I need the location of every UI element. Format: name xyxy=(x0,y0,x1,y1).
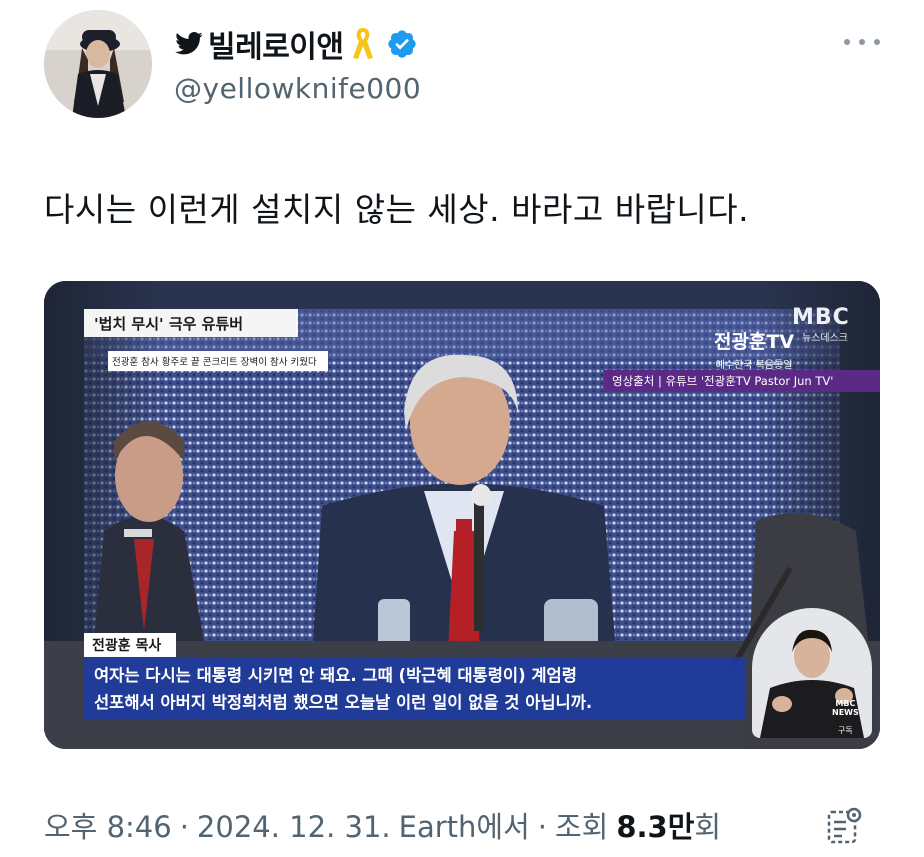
more-options-button[interactable] xyxy=(844,30,880,54)
tweet-media-image[interactable]: '법치 무시' 극우 유튜버 전광훈 참사 황주로 끝 콘크리트 장벽이 참사 … xyxy=(44,281,880,749)
tweet-text: 다시는 이런게 설치지 않는 세상. 바라고 바랍니다. xyxy=(44,190,750,229)
news-badge-line: NEWS xyxy=(832,708,859,717)
bird-icon xyxy=(175,32,203,55)
views-label: 조회 xyxy=(554,810,609,844)
subscribe-label: 구독 xyxy=(838,726,853,735)
verified-badge-icon xyxy=(387,30,416,58)
video-source-bar: 영상출처 | 유튜브 '전광훈TV Pastor Jun TV' xyxy=(604,370,880,392)
name-row: 빌레로이앤 xyxy=(174,22,418,66)
news-headline: '법치 무시' 극우 유튜버 xyxy=(84,309,298,337)
channel-subtitle: 예수한국 복음통일 xyxy=(715,360,793,371)
interpreter-image xyxy=(752,608,872,738)
mbc-news-badge: MBC NEWS xyxy=(832,699,859,717)
avatar-image xyxy=(44,10,152,118)
tweet-header: 빌레로이앤 @yellowknife000 xyxy=(44,10,884,120)
tweet-date[interactable]: 2024. 12. 31. xyxy=(197,810,391,844)
caption-line: 여자는 다시는 대통령 시키면 안 돼요. 그때 (박근혜 대통령이) 계엄령 xyxy=(94,666,577,685)
speaker-name-tag: 전광훈 목사 xyxy=(84,633,176,657)
tweet-time[interactable]: 오후 8:46 xyxy=(44,804,172,846)
tweet-source: Earth에서 xyxy=(398,810,530,844)
yellow-ribbon-icon xyxy=(352,28,373,59)
channel-watermark: 전광훈TV 예수한국 복음통일 xyxy=(696,327,812,371)
user-handle[interactable]: @yellowknife000 xyxy=(174,72,421,105)
news-subheadline: 전광훈 참사 황주로 끝 콘크리트 장벽이 참사 키웠다 xyxy=(108,351,328,371)
separator: · xyxy=(179,810,189,844)
views-suffix: 회 xyxy=(694,810,722,844)
view-analytics-icon[interactable] xyxy=(826,806,864,846)
channel-name: 전광훈TV xyxy=(713,331,795,353)
news-badge-line: MBC xyxy=(835,699,856,708)
sign-language-interpreter xyxy=(752,608,872,738)
display-name[interactable]: 빌레로이앤 xyxy=(208,22,344,66)
separator: · xyxy=(537,810,547,844)
avatar[interactable] xyxy=(44,10,152,118)
caption-line: 선포해서 아버지 박정희처럼 했으면 오늘날 이런 일이 없을 것 아닙니까. xyxy=(94,693,593,712)
views-count: 8.3만 xyxy=(616,810,695,844)
dot-icon xyxy=(844,39,850,45)
tweet-metadata: 오후 8:46 · 2024. 12. 31. Earth에서 · 조회 8.3… xyxy=(44,804,721,846)
dot-icon xyxy=(859,39,865,45)
caption-box: 여자는 다시는 대통령 시키면 안 돼요. 그때 (박근혜 대통령이) 계엄령 … xyxy=(84,657,746,719)
dot-icon xyxy=(874,39,880,45)
